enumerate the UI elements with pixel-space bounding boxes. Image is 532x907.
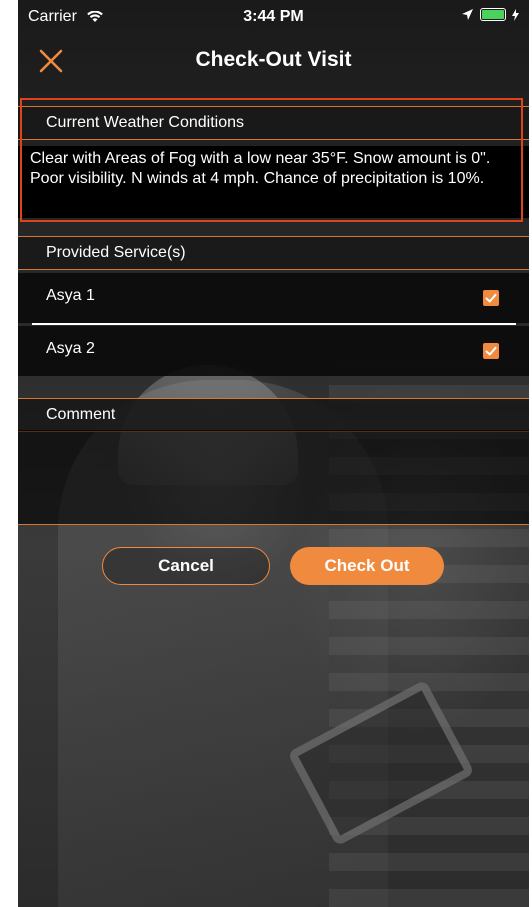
service-row-asya-2[interactable]: Asya 2 bbox=[18, 326, 529, 376]
battery-icon bbox=[480, 8, 506, 21]
cancel-button[interactable]: Cancel bbox=[102, 547, 270, 585]
services-section-header: Provided Service(s) bbox=[18, 236, 529, 270]
checkbox-checked-icon[interactable] bbox=[483, 290, 499, 306]
comment-input[interactable] bbox=[18, 430, 529, 525]
charging-icon bbox=[512, 8, 519, 21]
page-title: Check-Out Visit bbox=[195, 48, 352, 71]
location-arrow-icon bbox=[462, 9, 473, 20]
screen: Carrier 3:44 PM Check-Out Visit Current … bbox=[18, 0, 529, 907]
service-label: Asya 2 bbox=[46, 340, 95, 357]
navigation-bar: Check-Out Visit bbox=[18, 34, 529, 90]
comment-section-header: Comment bbox=[18, 398, 529, 432]
service-label: Asya 1 bbox=[46, 287, 95, 304]
comment-header-label: Comment bbox=[46, 406, 116, 423]
check-out-button[interactable]: Check Out bbox=[290, 547, 444, 585]
status-right bbox=[461, 8, 519, 21]
row-divider bbox=[32, 323, 516, 325]
status-bar: Carrier 3:44 PM bbox=[18, 0, 529, 34]
weather-highlight-box bbox=[20, 98, 523, 222]
status-time: 3:44 PM bbox=[243, 8, 304, 25]
services-header-label: Provided Service(s) bbox=[46, 244, 186, 261]
checkbox-checked-icon[interactable] bbox=[483, 343, 499, 359]
service-row-asya-1[interactable]: Asya 1 bbox=[18, 273, 529, 323]
